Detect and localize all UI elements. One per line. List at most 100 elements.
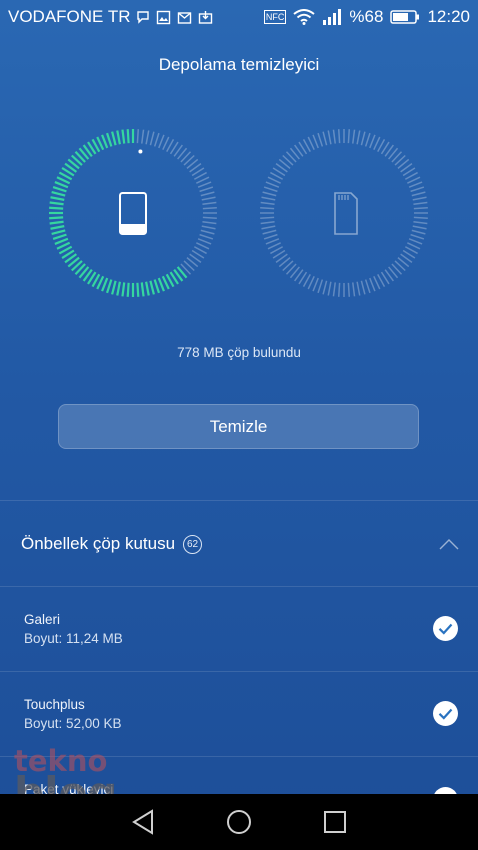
sd-gauge-tick <box>412 196 427 201</box>
phone-gauge-tick <box>111 131 117 146</box>
phone-gauge-tick <box>50 196 65 201</box>
sd-gauge-tick <box>352 282 356 297</box>
sd-card-icon <box>334 192 358 235</box>
phone-gauge-tick <box>51 229 66 235</box>
sd-gauge-tick <box>317 132 324 147</box>
sd-gauge-tick <box>307 276 315 290</box>
image-notification-icon <box>157 10 171 24</box>
phone-storage-gauge[interactable] <box>48 128 218 298</box>
phone-gauge-tick <box>149 131 155 146</box>
phone-gauge-tick <box>116 281 121 296</box>
phone-gauge-tick <box>200 229 215 235</box>
carrier-label: VODAFONE TR <box>8 7 131 26</box>
sd-gauge-tick <box>369 277 376 292</box>
signal-icon <box>323 9 342 25</box>
sd-gauge-tick <box>364 279 371 294</box>
phone-gauge-tick <box>111 280 117 295</box>
sd-gauge-tick <box>260 221 275 225</box>
phone-gauge-tick <box>149 280 155 295</box>
sd-gauge-tick <box>413 216 428 220</box>
sd-gauge-tick <box>262 229 277 235</box>
gauge-indicator-dot <box>138 149 143 154</box>
wifi-icon <box>293 9 316 25</box>
cache-section-header[interactable]: Önbellek çöp kutusu 62 <box>0 520 478 568</box>
home-icon <box>227 810 251 834</box>
phone-gauge-tick <box>197 238 212 245</box>
phone-gauge-tick <box>201 196 216 201</box>
phone-gauge-tick <box>153 279 161 294</box>
list-item[interactable]: Galeri Boyut: 11,24 MB <box>0 587 478 673</box>
status-bar: VODAFONE TR NFC %68 12:20 <box>0 0 478 34</box>
phone-gauge-tick <box>141 129 145 144</box>
phone-gauge-tick <box>54 237 69 245</box>
phone-gauge-tick <box>105 132 113 147</box>
sd-gauge-tick <box>408 238 423 245</box>
checkbox-checked-icon[interactable] <box>432 786 459 794</box>
phone-gauge-tick <box>121 129 126 144</box>
phone-gauge-tick <box>105 279 113 294</box>
phone-gauge-tick <box>145 130 150 145</box>
item-size: Boyut: 52,00 KB <box>24 716 122 731</box>
phone-gauge-tick <box>199 186 214 193</box>
phone-gauge-tick <box>116 130 121 145</box>
phone-gauge-tick <box>202 201 217 205</box>
phone-gauge-tick <box>49 201 64 206</box>
clean-button[interactable]: Temizle <box>58 404 419 449</box>
sd-card-storage-ring <box>260 129 428 297</box>
phone-gauge-tick <box>49 206 64 210</box>
phone-gauge-tick <box>201 225 216 230</box>
phone-gauge-tick <box>136 282 140 297</box>
sd-gauge-tick <box>307 136 315 150</box>
phone-gauge-tick <box>50 225 65 230</box>
chevron-up-icon[interactable] <box>438 537 460 551</box>
recents-icon <box>324 811 346 833</box>
phone-gauge-tick <box>49 216 64 220</box>
download-notification-icon <box>199 10 213 24</box>
divider <box>0 500 478 501</box>
phone-gauge-tick <box>49 220 64 225</box>
sd-gauge-tick <box>322 280 328 295</box>
back-button[interactable] <box>126 805 160 839</box>
sd-gauge-tick <box>260 216 275 220</box>
sd-gauge-tick <box>322 131 328 146</box>
back-icon <box>132 809 153 835</box>
phone-gauge-tick <box>153 132 160 147</box>
phone-gauge-tick <box>145 281 150 296</box>
checkbox-checked-icon[interactable] <box>432 700 459 727</box>
sd-gauge-tick <box>327 281 332 296</box>
sd-gauge-tick <box>410 233 425 240</box>
sd-card-storage-gauge[interactable] <box>259 128 429 298</box>
sd-gauge-tick <box>327 130 332 145</box>
cache-count-badge: 62 <box>183 534 203 554</box>
phone-gauge-tick <box>126 129 130 144</box>
sd-gauge-tick <box>337 282 341 297</box>
sd-gauge-tick <box>263 233 278 240</box>
phone-gauge-tick <box>140 282 145 297</box>
sd-gauge-tick <box>352 129 356 144</box>
phone-gauge-tick <box>136 129 140 144</box>
phone-gauge-tick <box>158 134 165 149</box>
phone-gauge-tick <box>121 282 126 297</box>
phone-gauge-tick <box>51 191 66 197</box>
phone-gauge-tick <box>101 134 109 149</box>
mail-notification-icon <box>178 11 192 24</box>
phone-gauge-tick <box>157 277 165 292</box>
checkbox-checked-icon[interactable] <box>432 615 459 642</box>
sd-gauge-tick <box>369 134 376 149</box>
phone-gauge-tick <box>52 185 67 193</box>
sd-gauge-tick <box>364 132 371 147</box>
phone-gauge-tick <box>196 176 210 184</box>
phone-gauge-tick <box>196 242 210 250</box>
sd-gauge-tick <box>260 201 275 205</box>
phone-gauge-tick <box>162 136 170 150</box>
recents-button[interactable] <box>318 805 352 839</box>
sd-gauge-tick <box>413 206 428 210</box>
sd-gauge-tick <box>408 181 423 188</box>
sd-gauge-tick <box>261 225 276 230</box>
sd-gauge-tick <box>373 136 381 150</box>
sd-gauge-tick <box>265 238 280 245</box>
home-button[interactable] <box>222 805 256 839</box>
sd-gauge-tick <box>413 201 428 205</box>
sd-gauge-tick <box>312 134 319 149</box>
sd-gauge-tick <box>337 129 341 144</box>
